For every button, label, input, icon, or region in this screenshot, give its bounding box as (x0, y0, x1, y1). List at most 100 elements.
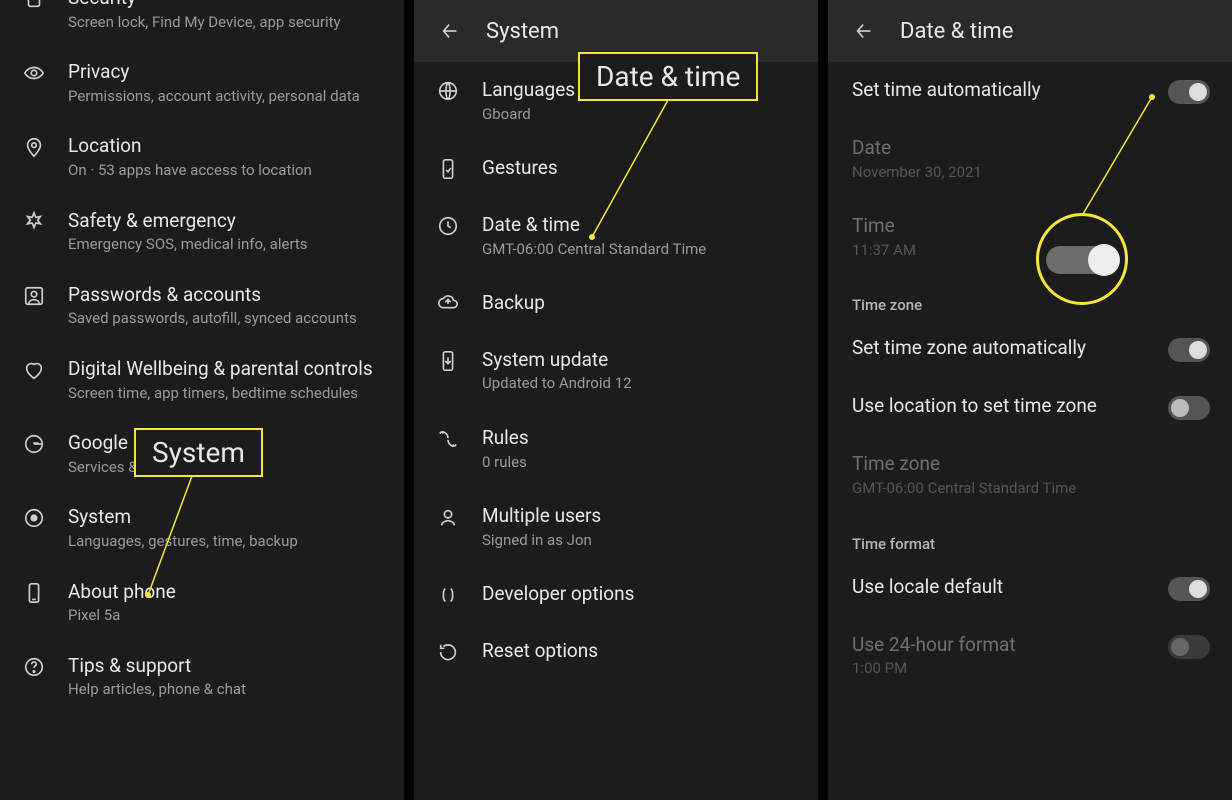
item-title: Date & time (482, 213, 804, 238)
toggle-24hour (1168, 635, 1210, 659)
settings-item-passwords[interactable]: Passwords & accounts Saved passwords, au… (0, 269, 404, 343)
row-value: 11:37 AM (852, 241, 1218, 261)
google-icon (14, 431, 54, 455)
item-sub: Gboard (482, 105, 804, 125)
row-set-time-auto[interactable]: Set time automatically (828, 62, 1232, 120)
users-icon (428, 504, 468, 528)
toggle-use-location-tz[interactable] (1168, 396, 1210, 420)
item-sub: Screen time, app timers, bedtime schedul… (68, 384, 390, 404)
item-sub: Emergency SOS, medical info, alerts (68, 235, 390, 255)
wellbeing-icon (14, 357, 54, 381)
page-title: Date & time (900, 19, 1013, 44)
row-label: Use location to set time zone (852, 394, 1168, 419)
row-date: Date November 30, 2021 (828, 120, 1232, 198)
item-title: Reset options (482, 639, 804, 664)
back-button[interactable] (430, 11, 470, 51)
back-button[interactable] (844, 11, 884, 51)
item-sub: GMT-06:00 Central Standard Time (482, 240, 804, 260)
privacy-icon (14, 60, 54, 84)
item-title: Backup (482, 291, 804, 316)
help-icon (14, 654, 54, 678)
settings-item-privacy[interactable]: Privacy Permissions, account activity, p… (0, 46, 404, 120)
row-value: November 30, 2021 (852, 163, 1218, 183)
item-sub: Screen lock, Find My Device, app securit… (68, 13, 390, 33)
row-time: Time 11:37 AM (828, 198, 1232, 276)
row-use-location-tz[interactable]: Use location to set time zone (828, 378, 1232, 436)
system-icon (14, 505, 54, 529)
rules-icon (428, 426, 468, 450)
settings-item-tips[interactable]: Tips & support Help articles, phone & ch… (0, 640, 404, 714)
item-sub: Permissions, account activity, personal … (68, 87, 390, 107)
callout-datetime: Date & time (578, 52, 758, 101)
settings-item-security[interactable]: Security Screen lock, Find My Device, ap… (0, 0, 404, 46)
system-item-reset[interactable]: Reset options (414, 623, 818, 680)
item-sub: On · 53 apps have access to location (68, 161, 390, 181)
item-title: Gestures (482, 156, 804, 181)
row-label: Time zone (852, 452, 1218, 477)
settings-item-about[interactable]: About phone Pixel 5a (0, 566, 404, 640)
settings-item-location[interactable]: Location On · 53 apps have access to loc… (0, 120, 404, 194)
row-24hour: Use 24-hour format 1:00 PM (828, 617, 1232, 695)
item-title: System update (482, 348, 804, 373)
toggle-set-tz-auto[interactable] (1168, 338, 1210, 362)
item-title: Location (68, 134, 390, 159)
emergency-icon (14, 209, 54, 233)
location-icon (14, 134, 54, 158)
developer-icon (428, 582, 468, 606)
row-label: Set time automatically (852, 78, 1168, 103)
accounts-icon (14, 283, 54, 307)
row-label: Use locale default (852, 575, 1168, 600)
item-title: Tips & support (68, 654, 390, 679)
item-title: Passwords & accounts (68, 283, 390, 308)
row-label: Use 24-hour format (852, 633, 1168, 658)
callout-system: System (134, 428, 263, 477)
row-timezone: Time zone GMT-06:00 Central Standard Tim… (828, 436, 1232, 514)
row-set-tz-auto[interactable]: Set time zone automatically (828, 320, 1232, 378)
item-sub: Pixel 5a (68, 606, 390, 626)
item-sub: 0 rules (482, 453, 804, 473)
system-item-update[interactable]: System update Updated to Android 12 (414, 332, 818, 410)
row-value: 1:00 PM (852, 659, 1168, 679)
item-sub: Updated to Android 12 (482, 374, 804, 394)
system-item-rules[interactable]: Rules 0 rules (414, 410, 818, 488)
datetime-panel: Date & time Set time automatically Date … (828, 0, 1232, 800)
system-item-datetime[interactable]: Date & time GMT-06:00 Central Standard T… (414, 197, 818, 275)
about-phone-icon (14, 580, 54, 604)
datetime-header: Date & time (828, 0, 1232, 62)
system-item-users[interactable]: Multiple users Signed in as Jon (414, 488, 818, 566)
security-icon (14, 0, 54, 10)
backup-icon (428, 291, 468, 315)
row-label: Date (852, 136, 1218, 161)
settings-main-panel: Security Screen lock, Find My Device, ap… (0, 0, 404, 800)
globe-icon (428, 78, 468, 102)
system-item-developer[interactable]: Developer options (414, 566, 818, 623)
system-item-gestures[interactable]: Gestures (414, 140, 818, 197)
item-title: Privacy (68, 60, 390, 85)
system-panel: System Languages & input Gboard Gestures (414, 0, 818, 800)
item-title: System (68, 505, 390, 530)
gestures-icon (428, 156, 468, 180)
section-timeformat: Time format (828, 515, 1232, 559)
item-title: About phone (68, 580, 390, 605)
row-value: GMT-06:00 Central Standard Time (852, 479, 1218, 499)
section-timezone: Time zone (828, 276, 1232, 320)
system-item-backup[interactable]: Backup (414, 275, 818, 332)
settings-item-system[interactable]: System Languages, gestures, time, backup (0, 491, 404, 565)
settings-item-wellbeing[interactable]: Digital Wellbeing & parental controls Sc… (0, 343, 404, 417)
update-icon (428, 348, 468, 372)
item-sub: Languages, gestures, time, backup (68, 532, 390, 552)
item-sub: Help articles, phone & chat (68, 680, 390, 700)
toggle-locale-default[interactable] (1168, 577, 1210, 601)
item-title: Security (68, 0, 390, 11)
clock-icon (428, 213, 468, 237)
item-sub: Saved passwords, autofill, synced accoun… (68, 309, 390, 329)
toggle-set-time-auto[interactable] (1168, 80, 1210, 104)
settings-item-safety[interactable]: Safety & emergency Emergency SOS, medica… (0, 195, 404, 269)
item-title: Digital Wellbeing & parental controls (68, 357, 390, 382)
row-locale-default[interactable]: Use locale default (828, 559, 1232, 617)
item-sub: Signed in as Jon (482, 531, 804, 551)
item-title: Safety & emergency (68, 209, 390, 234)
page-title: System (486, 19, 559, 44)
item-title: Developer options (482, 582, 804, 607)
item-title: Rules (482, 426, 804, 451)
